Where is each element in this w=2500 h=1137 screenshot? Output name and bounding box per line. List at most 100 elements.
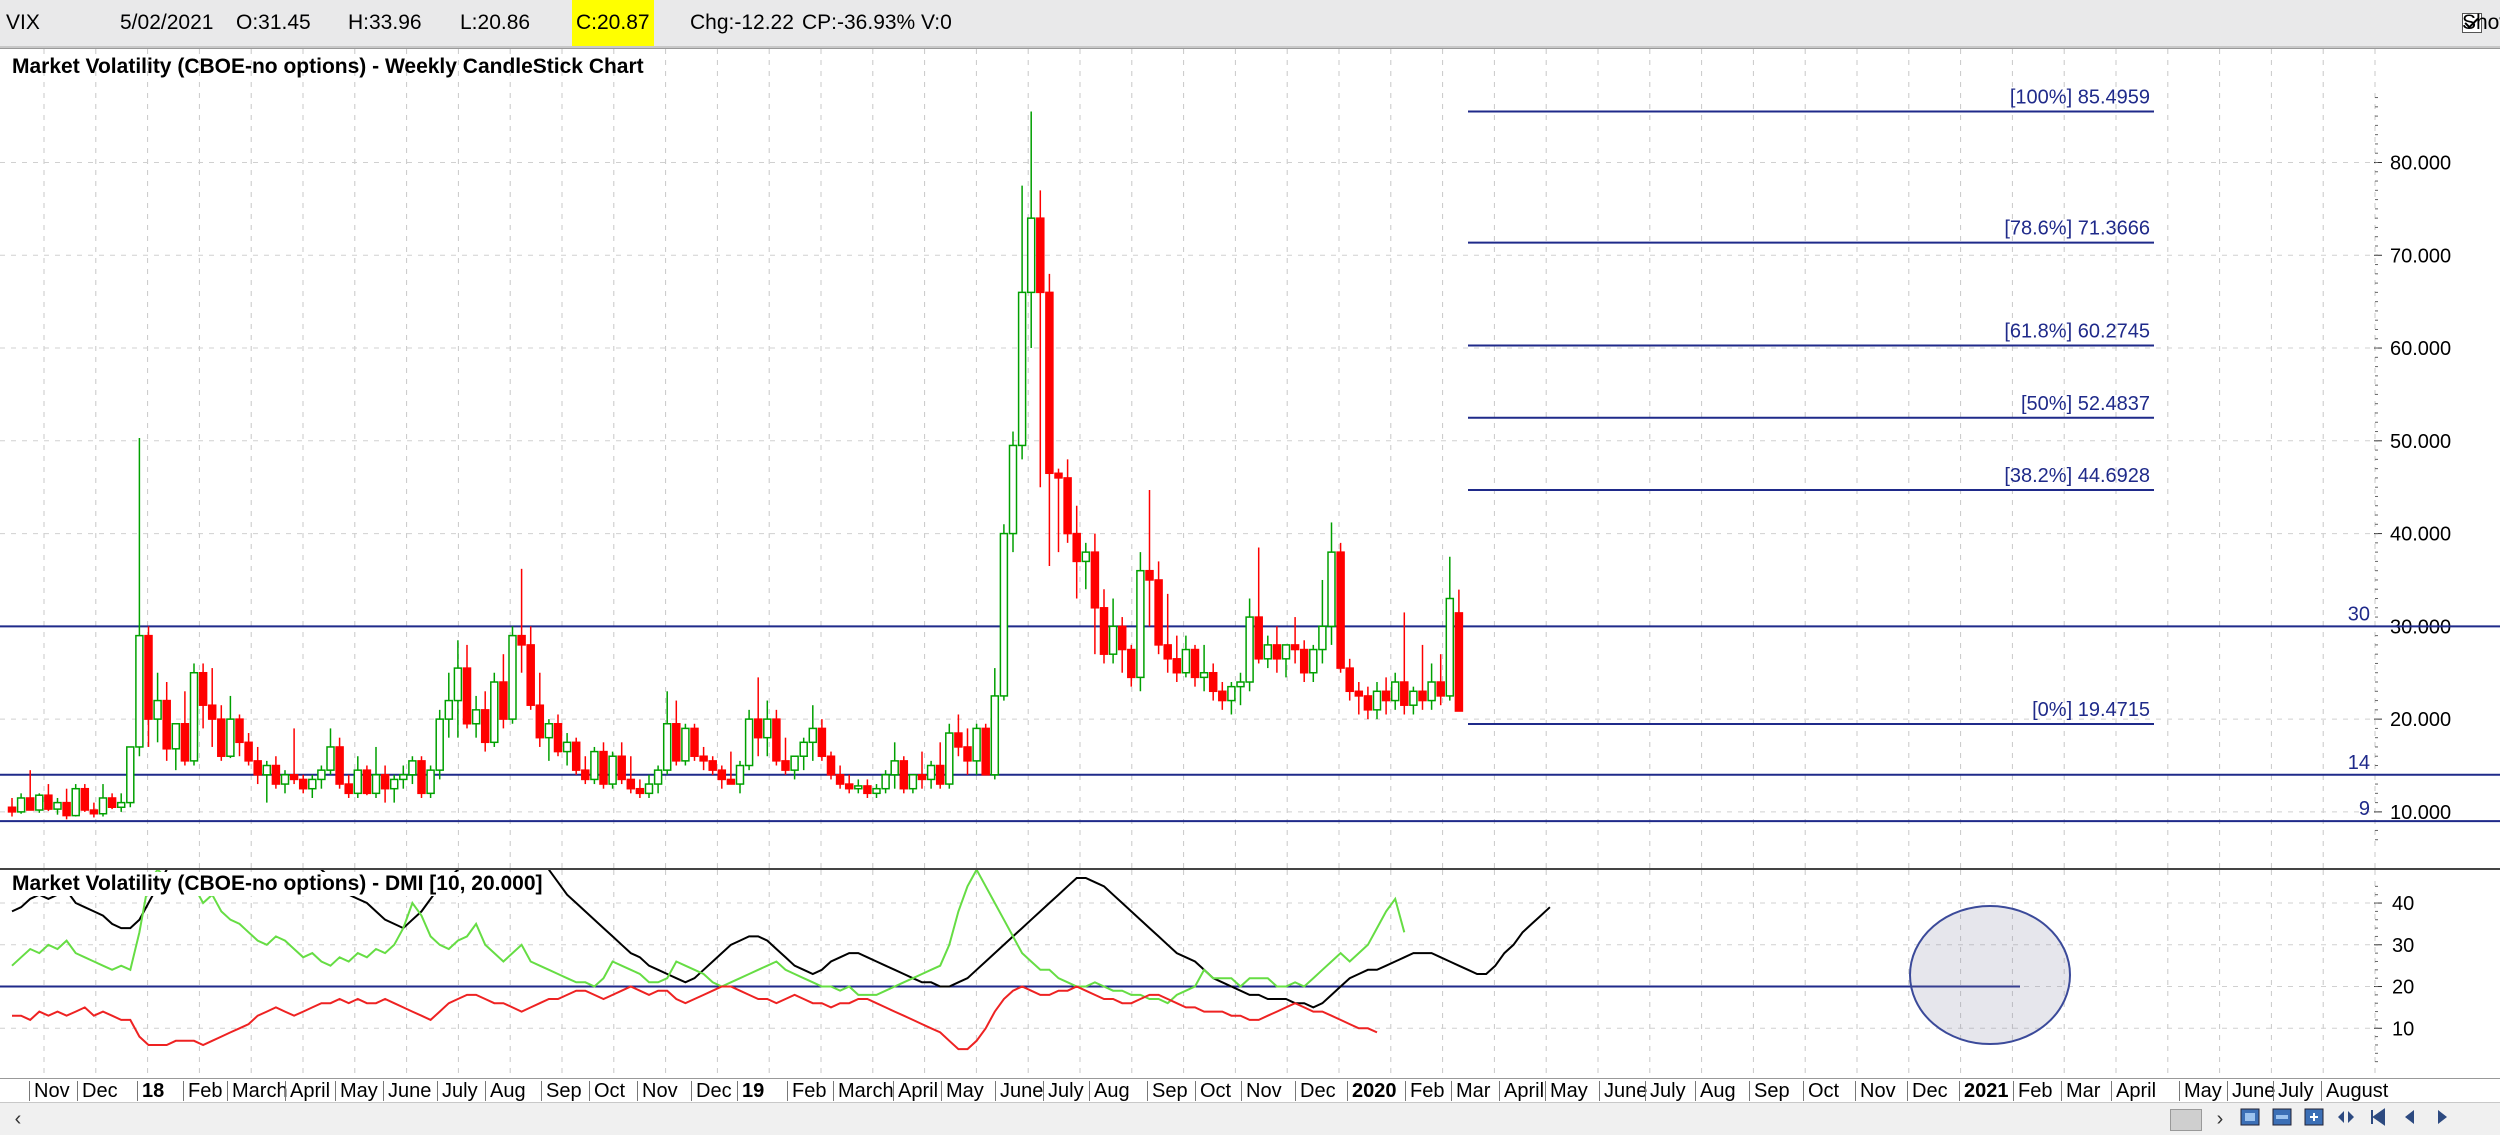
- candle-body: [699, 755, 708, 762]
- candle-body: [626, 778, 636, 790]
- date-axis-separator: [1451, 1081, 1452, 1101]
- candle-body: [562, 741, 572, 753]
- date-axis-separator: [335, 1081, 336, 1101]
- candle-body: [408, 760, 417, 776]
- candle-body: [681, 727, 690, 762]
- candle-body: [1318, 625, 1327, 651]
- candle-body: [126, 746, 135, 804]
- range-icon[interactable]: [2332, 1105, 2360, 1133]
- date-axis-separator: [383, 1081, 384, 1101]
- candle-body: [508, 634, 517, 720]
- candle-body: [881, 774, 890, 790]
- annotation-ellipse: [1909, 905, 2071, 1045]
- date-axis-separator: [2321, 1081, 2322, 1101]
- date-axis-label: August: [2326, 1080, 2389, 1102]
- date-axis-label: May: [340, 1080, 378, 1102]
- date-label: 5/02/2021: [120, 11, 214, 34]
- quote-header-bar: VIX 5/02/2021 O:31.45 H:33.96 L:20.86 C:…: [0, 0, 2500, 48]
- date-axis-separator: [2273, 1081, 2274, 1101]
- candle-body: [1154, 579, 1163, 646]
- scroll-thumb[interactable]: [2170, 1109, 2202, 1131]
- candle-body: [808, 727, 818, 744]
- zoom-out-icon[interactable]: [2268, 1105, 2296, 1133]
- date-axis-label: 2021: [1964, 1080, 2009, 1102]
- date-axis-separator: [1089, 1081, 1090, 1101]
- date-axis-separator: [1295, 1081, 1296, 1101]
- date-axis-label: April: [898, 1080, 939, 1102]
- date-axis-label: May: [2184, 1080, 2222, 1102]
- date-axis-separator: [1347, 1081, 1348, 1101]
- candle-body: [362, 769, 372, 795]
- date-axis-separator: [2013, 1081, 2014, 1101]
- candle-body: [344, 783, 353, 795]
- support-line-label: 14: [2348, 752, 2370, 774]
- date-axis-label: 19: [742, 1080, 765, 1102]
- candle-body: [153, 699, 162, 720]
- change-percent-value: CP:-36.93% V:0: [802, 11, 952, 34]
- date-axis-label: April: [2116, 1080, 2157, 1102]
- candle-body: [672, 723, 681, 762]
- y-tick-label: 20: [2392, 977, 2414, 999]
- date-axis-separator: [541, 1081, 542, 1101]
- candle-body: [599, 750, 608, 785]
- candle-body: [1072, 532, 1081, 563]
- first-icon[interactable]: [2364, 1105, 2392, 1133]
- date-axis-separator: [1749, 1081, 1750, 1101]
- candle-body: [926, 764, 936, 781]
- dmi-chart[interactable]: 10 20 30 40: [0, 793, 2500, 1078]
- candle-body: [107, 797, 117, 809]
- candle-body: [1272, 644, 1282, 660]
- chart-scrollbar[interactable]: ‹ ›: [0, 1102, 2500, 1135]
- date-axis-label: March: [232, 1080, 288, 1102]
- candle-body: [935, 764, 945, 785]
- y-tick-label: 10: [2392, 1018, 2414, 1040]
- candle-body: [790, 755, 799, 771]
- candle-body: [271, 764, 281, 785]
- y-tick-label: 20.000: [2390, 709, 2451, 731]
- candle-body: [890, 760, 899, 776]
- date-axis-label: July: [1650, 1080, 1686, 1102]
- symbol-label: VIX: [6, 11, 40, 34]
- date-axis-label: Nov: [34, 1080, 70, 1102]
- candle-body: [781, 760, 790, 771]
- candle-body: [535, 704, 545, 739]
- candle-body: [1390, 681, 1400, 702]
- candle-body: [526, 644, 535, 706]
- candle-body: [744, 718, 754, 767]
- candle-body: [144, 634, 153, 720]
- y-tick-label: 80.000: [2390, 152, 2451, 174]
- candle-body: [1309, 648, 1318, 674]
- candle-body: [244, 741, 253, 762]
- scroll-left-icon[interactable]: ‹: [4, 1105, 32, 1133]
- date-axis-separator: [833, 1081, 834, 1101]
- chevron-right-icon[interactable]: ›: [2206, 1105, 2234, 1133]
- fit-icon[interactable]: [2300, 1105, 2328, 1133]
- candle-body: [1436, 681, 1445, 697]
- candlestick-chart[interactable]: 10.00020.00030.00040.00050.00060.00070.0…: [0, 49, 2500, 869]
- candle-body: [171, 723, 181, 750]
- candle-body: [308, 778, 317, 790]
- candle-body: [490, 681, 499, 744]
- candle-body: [1418, 690, 1427, 702]
- candle-body: [1172, 658, 1182, 674]
- candle-body: [1045, 291, 1054, 475]
- date-axis-label: Feb: [188, 1080, 223, 1102]
- candle-body: [1263, 644, 1273, 660]
- candle-body: [1063, 477, 1072, 535]
- candle-body: [726, 778, 736, 785]
- dmi-chart-panel[interactable]: 10 20 30 40 Market Volatility (CBOE-no opti…: [0, 793, 2500, 1078]
- show-last-toggle[interactable]: Show Last: [2462, 0, 2500, 46]
- zoom-in-icon[interactable]: [2236, 1105, 2264, 1133]
- candle-body: [917, 774, 927, 781]
- next-icon[interactable]: [2428, 1105, 2456, 1133]
- prev-icon[interactable]: [2396, 1105, 2424, 1133]
- candlestick-chart-panel[interactable]: 10.000 20.000 30.000 40.000 50.000 60.000 70.0…: [0, 48, 2500, 869]
- date-axis-separator: [77, 1081, 78, 1101]
- candle-body: [1327, 551, 1336, 628]
- date-axis-label: June: [388, 1080, 432, 1102]
- candle-body: [235, 718, 244, 744]
- low-value: L:20.86: [460, 11, 531, 34]
- candle-body: [854, 785, 863, 790]
- y-tick-label: 70.000: [2390, 245, 2451, 267]
- candle-body: [98, 797, 108, 815]
